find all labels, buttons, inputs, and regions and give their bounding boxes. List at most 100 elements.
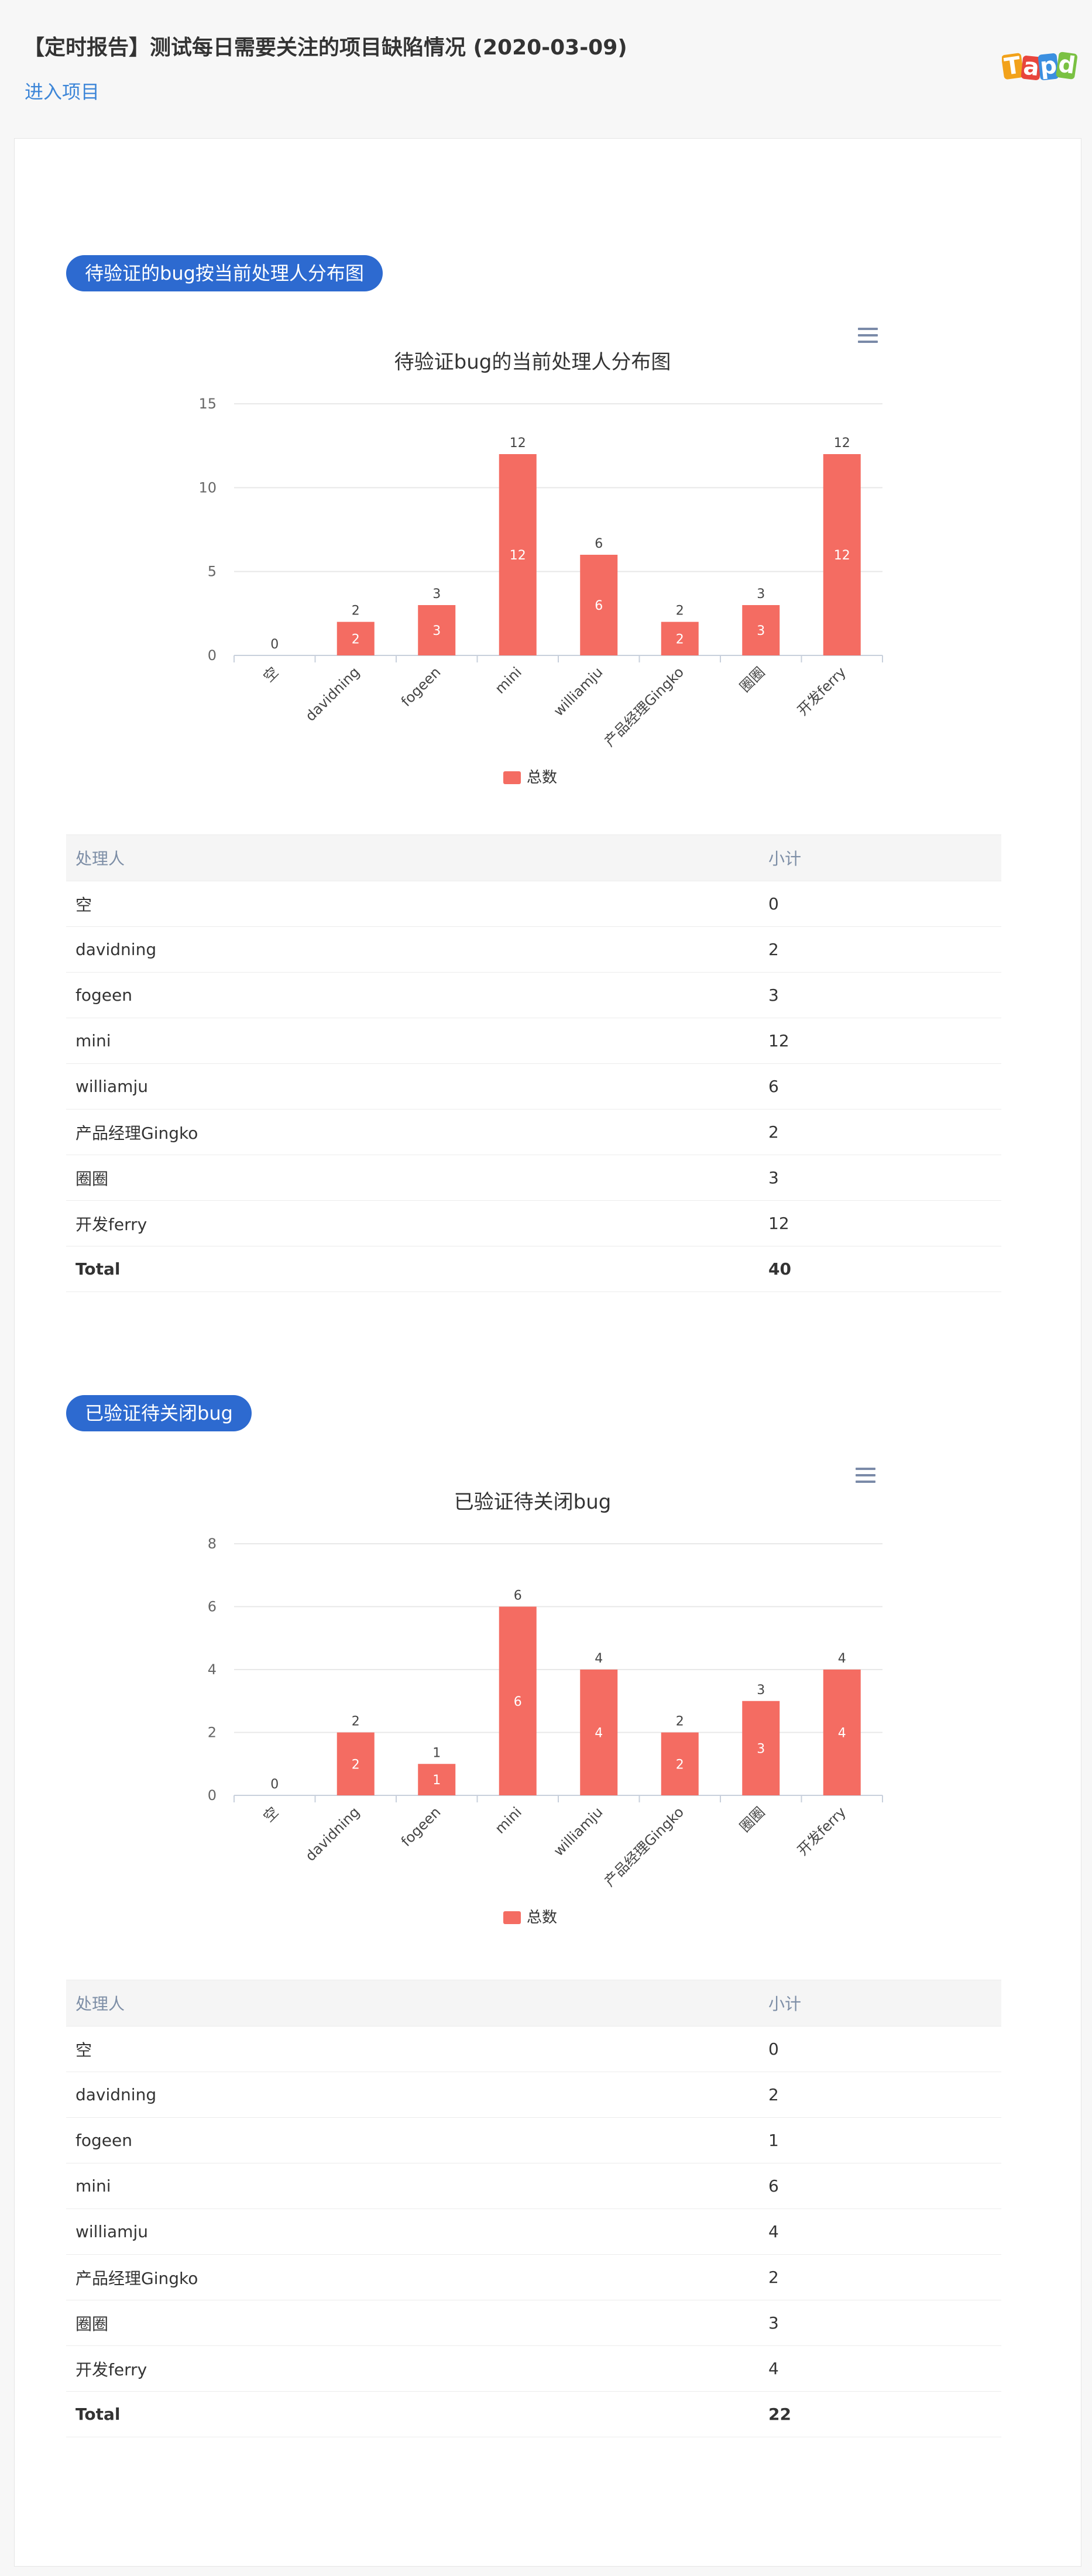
total-value: 22: [759, 2391, 1001, 2437]
table-row: williamju 6: [66, 1063, 1001, 1110]
subtotal-cell: 6: [759, 1063, 1001, 1110]
table-row: fogeen 1: [66, 2117, 1001, 2163]
report-header: 【定时报告】测试每日需要关注的项目缺陷情况 (2020-03-09) 进入项目 …: [0, 0, 1092, 138]
section-pill-verified-to-close: 已验证待关闭bug: [66, 1395, 252, 1431]
table-header-row: 处理人 小计: [66, 1980, 1001, 2027]
bar-value-label: 6: [595, 537, 603, 551]
handler-cell: williamju: [66, 2209, 759, 2255]
bar-chart-pending-verify: 待验证bug的当前处理人分布图 0 5 10 15 0 空 2 2 davidning 3 3 foge…: [198, 351, 883, 786]
subtotal-cell: 12: [759, 1018, 1001, 1064]
table-row: davidning 2: [66, 2072, 1001, 2118]
y-tick-label: 2: [208, 1725, 217, 1741]
handler-cell: 产品经理Gingko: [66, 1109, 759, 1155]
x-tick-label: davidning: [302, 664, 363, 724]
table-row: 产品经理Gingko 2: [66, 1109, 1001, 1155]
subtotal-cell: 0: [759, 2026, 1001, 2072]
x-tick-label: fogeen: [398, 1804, 444, 1850]
subtotal-cell: 4: [759, 2209, 1001, 2255]
svg-text:p: p: [1039, 52, 1058, 81]
subtotal-cell: 1: [759, 2117, 1001, 2163]
handler-cell: mini: [66, 2163, 759, 2209]
header-subtotal: 小计: [759, 834, 1001, 881]
table-verified-to-close: 处理人 小计 空0 davidning 2 fogeen 1 mini 6 willi…: [66, 1980, 1001, 2437]
x-tick-label: williamju: [551, 664, 606, 719]
bar-chart-verified-to-close: 已验证待关闭bug 0 2 4 6 8 0 空 2 2 davidning 1 1 fogeen 6 6 min…: [208, 1490, 883, 1926]
y-tick-label: 0: [208, 1787, 217, 1804]
chart-title: 待验证bug的当前处理人分布图: [394, 351, 671, 374]
table-row: 开发ferry 4: [66, 2345, 1001, 2392]
x-tick-label: 开发ferry: [794, 1804, 849, 1859]
bar-value-label: 2: [352, 604, 360, 619]
section-pill-pending-verify: 待验证的bug按当前处理人分布图: [66, 255, 383, 291]
table-row: williamju 4: [66, 2209, 1001, 2255]
bar-inner-label: 4: [595, 1726, 603, 1741]
x-tick-label: mini: [492, 1804, 525, 1837]
x-tick-label: 开发ferry: [794, 664, 849, 719]
legend-swatch: [503, 771, 521, 784]
x-tick-label: mini: [492, 664, 525, 697]
handler-cell: fogeen: [66, 972, 759, 1018]
handler-cell: mini: [66, 1018, 759, 1064]
tapd-logo: T a p d: [1002, 50, 1077, 81]
total-label: Total: [66, 1246, 759, 1292]
bar-inner-label: 3: [432, 624, 441, 638]
table-pending-verify: 处理人 小计 空0 davidning 2 fogeen 3 mini 12 will…: [66, 834, 1001, 1292]
handler-cell: 圈圈: [66, 1155, 759, 1201]
y-tick-label: 15: [198, 396, 217, 412]
handler-cell: davidning: [66, 2072, 759, 2118]
table-row: 空0: [66, 2026, 1001, 2072]
bar-value-label: 0: [270, 1777, 279, 1792]
bar-inner-label: 2: [352, 1757, 360, 1772]
y-tick-label: 4: [208, 1661, 217, 1678]
header-subtotal: 小计: [759, 1980, 1001, 2027]
handler-cell: 空: [66, 881, 759, 927]
table-row: 产品经理Gingko 2: [66, 2254, 1001, 2300]
bar-value-label: 6: [514, 1589, 522, 1603]
x-tick-label: fogeen: [398, 664, 444, 710]
table-row: 开发ferry 12: [66, 1200, 1001, 1246]
total-label: Total: [66, 2391, 759, 2437]
subtotal-cell: 2: [759, 2254, 1001, 2300]
handler-cell: 开发ferry: [66, 1200, 759, 1246]
subtotal-cell: 6: [759, 2163, 1001, 2209]
bar-value-label: 2: [676, 604, 684, 619]
subtotal-cell: 2: [759, 1109, 1001, 1155]
bar-value-label: 0: [270, 637, 279, 652]
bar-value-label: 3: [757, 1683, 765, 1698]
legend-swatch: [503, 1911, 521, 1924]
x-tick-label: williamju: [551, 1804, 606, 1859]
bar-value-label: 1: [432, 1746, 441, 1760]
handler-cell: 空: [66, 2026, 759, 2072]
header-handler: 处理人: [66, 834, 759, 881]
subtotal-cell: 4: [759, 2345, 1001, 2392]
bar-inner-label: 12: [510, 548, 526, 563]
bar-inner-label: 3: [757, 1742, 765, 1756]
header-handler: 处理人: [66, 1980, 759, 2027]
handler-cell: davidning: [66, 926, 759, 973]
legend-label: 总数: [527, 769, 557, 786]
bar-value-label: 12: [834, 436, 850, 451]
bar-inner-label: 12: [834, 548, 850, 563]
handler-cell: 产品经理Gingko: [66, 2254, 759, 2300]
bar-inner-label: 2: [676, 632, 684, 647]
table-total-row: Total 40: [66, 1246, 1001, 1292]
x-tick-label: 产品经理Gingko: [601, 664, 687, 750]
chart-title: 已验证待关闭bug: [454, 1490, 612, 1514]
x-tick-label: 圈圈: [737, 1804, 768, 1835]
handler-cell: fogeen: [66, 2117, 759, 2163]
enter-project-link[interactable]: 进入项目: [25, 77, 99, 104]
bar-value-label: 4: [595, 1651, 603, 1666]
table-row: 圈圈 3: [66, 2300, 1001, 2346]
bar-inner-label: 2: [352, 632, 360, 647]
handler-cell: williamju: [66, 1063, 759, 1110]
subtotal-cell: 12: [759, 1200, 1001, 1246]
y-tick-label: 10: [198, 479, 217, 496]
bar-inner-label: 2: [676, 1757, 684, 1772]
bar-value-label: 4: [838, 1651, 846, 1666]
handler-cell: 圈圈: [66, 2300, 759, 2346]
bar-value-label: 2: [676, 1715, 684, 1729]
bar-inner-label: 6: [514, 1695, 522, 1709]
table-row: 空0: [66, 881, 1001, 927]
x-tick-label: 空: [260, 1804, 282, 1825]
subtotal-cell: 0: [759, 881, 1001, 927]
